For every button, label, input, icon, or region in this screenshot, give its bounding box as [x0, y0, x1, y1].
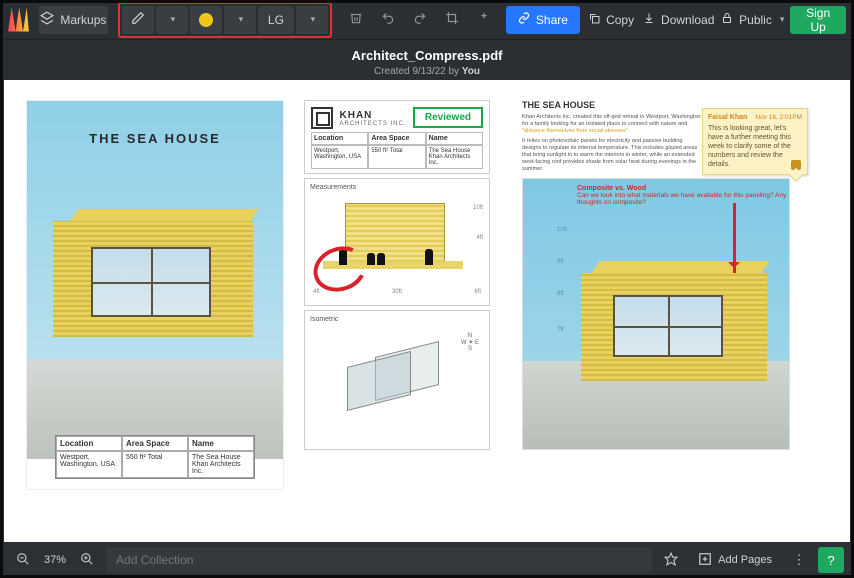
- compass-icon: N W ✦ E S: [461, 333, 479, 353]
- visibility-button[interactable]: Public ▾: [719, 6, 786, 34]
- zoom-percentage: 37%: [42, 554, 68, 566]
- crop-button[interactable]: [438, 6, 466, 34]
- help-icon: ?: [827, 553, 834, 568]
- undo-button[interactable]: [374, 6, 402, 34]
- sparkle-icon: [477, 11, 491, 28]
- more-menu-button[interactable]: ⋮: [786, 547, 812, 573]
- markups-button[interactable]: Markups: [39, 6, 108, 34]
- person-icon: [367, 253, 375, 265]
- drawing-tools-group: ▾ ▾ LG ▾: [118, 2, 332, 38]
- document-filename: Architect_Compress.pdf: [0, 48, 854, 63]
- house-illustration: [581, 251, 771, 391]
- download-button[interactable]: Download: [642, 6, 715, 34]
- undo-icon: [381, 11, 395, 28]
- pencil-icon: [131, 11, 145, 28]
- copy-icon: [588, 12, 600, 27]
- chevron-down-icon: ▾: [239, 14, 244, 25]
- add-collection-input[interactable]: [106, 547, 652, 573]
- page-3-rendering: 10ft 9ft 8ft 7ft Composite vs. Wood Can …: [522, 178, 790, 450]
- layers-icon: [40, 11, 54, 28]
- chevron-down-icon: ▾: [780, 14, 785, 25]
- app-logo[interactable]: [8, 8, 29, 32]
- page-3-description: THE SEA HOUSE Khan Architects Inc. creat…: [522, 100, 702, 174]
- copy-button[interactable]: Copy: [584, 6, 638, 34]
- zoom-in-button[interactable]: [74, 547, 100, 573]
- download-icon: [643, 12, 655, 27]
- zoom-in-icon: [80, 552, 94, 569]
- house-illustration: [53, 191, 259, 351]
- color-dropdown[interactable]: ▾: [224, 6, 256, 34]
- redo-icon: [413, 11, 427, 28]
- reviewed-stamp: Reviewed: [413, 107, 483, 128]
- pencil-tool-button[interactable]: [122, 6, 154, 34]
- magic-button[interactable]: [470, 6, 498, 34]
- markups-label: Markups: [60, 13, 106, 27]
- share-button[interactable]: Share: [506, 6, 580, 34]
- redo-button[interactable]: [406, 6, 434, 34]
- plus-square-icon: [698, 552, 712, 569]
- link-icon: [518, 12, 530, 27]
- stroke-size-label: LG: [268, 13, 284, 27]
- color-picker-button[interactable]: [190, 6, 222, 34]
- page-2-isometric: Isometric N W ✦ E S: [304, 310, 490, 450]
- chevron-down-icon: ▾: [171, 14, 176, 25]
- markup-text-annotation[interactable]: Composite vs. Wood Can we look into what…: [577, 185, 789, 206]
- page-2-header: KHAN ARCHITECTS INC. Reviewed Location A…: [304, 100, 490, 174]
- bottom-toolbar: 37% Add Pages ⋮ ?: [4, 544, 850, 576]
- favorite-button[interactable]: [658, 547, 684, 573]
- top-toolbar: Markups ▾ ▾ LG ▾ Share C: [0, 0, 854, 40]
- color-swatch-icon: [199, 13, 213, 27]
- zoom-out-icon: [16, 552, 30, 569]
- lock-icon: [721, 12, 733, 27]
- star-icon: [664, 552, 678, 569]
- trash-icon: [349, 11, 363, 28]
- info-table: Location Area Space Name Westport, Washi…: [55, 435, 255, 479]
- person-icon: [377, 253, 385, 265]
- comment-author: Faisal Khan: [708, 114, 747, 121]
- share-label: Share: [536, 13, 568, 27]
- signup-button[interactable]: Sign Up: [790, 6, 846, 34]
- signup-label: Sign Up: [806, 6, 830, 34]
- page-1-rendering: THE SEA HOUSE Location Area Space Name W…: [26, 100, 284, 490]
- document-meta: Created 9/13/22 by You: [0, 66, 854, 77]
- zoom-out-button[interactable]: [10, 547, 36, 573]
- comment-sticky[interactable]: Faisal Khan Nov 16, 2:01PM This is looki…: [702, 108, 808, 175]
- visibility-label: Public: [739, 13, 772, 27]
- more-vertical-icon: ⋮: [793, 552, 806, 568]
- comment-timestamp: Nov 16, 2:01PM: [755, 114, 802, 121]
- document-canvas[interactable]: THE SEA HOUSE Location Area Space Name W…: [4, 80, 850, 542]
- page-2-measurements: Measurements 30ft 4ft 6ft 10ft 4ft: [304, 178, 490, 306]
- person-icon: [425, 249, 433, 265]
- crop-icon: [445, 11, 459, 28]
- markup-arrow-annotation[interactable]: [733, 203, 736, 273]
- add-pages-button[interactable]: Add Pages: [690, 552, 780, 569]
- project-title: THE SEA HOUSE: [27, 131, 283, 146]
- pencil-dropdown[interactable]: ▾: [156, 6, 188, 34]
- size-dropdown[interactable]: ▾: [296, 6, 328, 34]
- download-label: Download: [661, 13, 714, 27]
- delete-button[interactable]: [342, 6, 370, 34]
- chevron-down-icon: ▾: [311, 14, 316, 25]
- copy-label: Copy: [606, 13, 634, 27]
- mini-info-table: Location Area Space Name Westport, Washi…: [311, 132, 483, 169]
- stroke-size-button[interactable]: LG: [258, 6, 294, 34]
- help-button[interactable]: ?: [818, 547, 844, 573]
- firm-logo-icon: [311, 107, 333, 129]
- comment-body: This is looking great, let's have a furt…: [708, 124, 802, 169]
- document-titlebar: Architect_Compress.pdf Created 9/13/22 b…: [0, 40, 854, 83]
